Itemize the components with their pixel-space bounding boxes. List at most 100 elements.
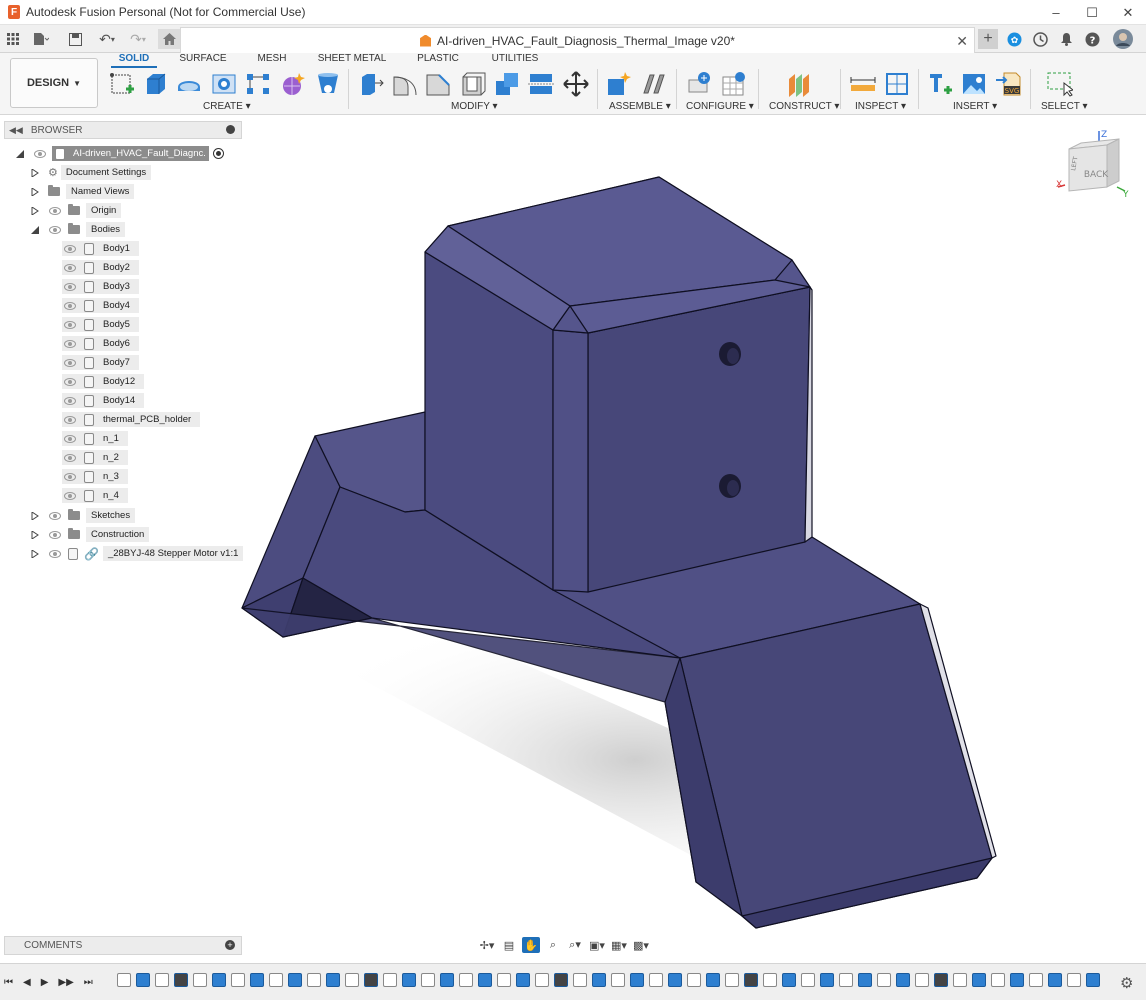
browser-item-body4[interactable]: Body4 [62,298,139,313]
add-comment-icon[interactable]: + [225,940,235,950]
browser-item-body14[interactable]: Body14 [62,393,145,408]
combine-icon[interactable] [494,71,520,97]
insert-group-label[interactable]: INSERT ▾ [953,101,997,112]
browser-item-body5[interactable]: Body5 [62,317,139,332]
expand-triangle-icon[interactable] [31,187,39,196]
insert-canvas-icon[interactable] [961,71,987,97]
save-icon[interactable] [66,29,84,49]
timeline-extrude-feature-icon[interactable] [858,973,872,987]
insert-svg-icon[interactable]: SVG [996,71,1022,97]
new-component-icon[interactable] [606,71,632,97]
timeline-sketch-feature-icon[interactable] [953,973,967,987]
browser-item-n1[interactable]: n_1 [62,431,128,446]
home-icon[interactable] [158,29,180,49]
visibility-eye-icon[interactable] [64,244,76,253]
help-icon[interactable]: ? [1083,29,1101,49]
configure-group-label[interactable]: CONFIGURE ▾ [686,101,754,112]
hole-icon[interactable] [211,71,237,97]
undo-icon[interactable]: ↶ ▾ [94,29,120,49]
expand-triangle-icon[interactable] [31,530,39,539]
timeline-extrude-feature-icon[interactable] [478,973,492,987]
step-back-icon[interactable]: ◀ [23,977,31,988]
browser-item-origin[interactable]: Origin [31,203,122,218]
configure-icon[interactable] [687,71,713,97]
expanded-triangle-icon[interactable] [31,225,39,234]
avatar[interactable] [1112,29,1134,49]
timeline-extrude-feature-icon[interactable] [212,973,226,987]
browser-item-body6[interactable]: Body6 [62,336,139,351]
timeline-sketch-feature-icon[interactable] [307,973,321,987]
create-sketch-icon[interactable] [110,71,136,97]
fit-icon[interactable]: ⌕▾ [566,937,584,953]
modify-group-label[interactable]: MODIFY ▾ [451,101,498,112]
browser-item-body3[interactable]: Body3 [62,279,139,294]
browser-item-n3[interactable]: n_3 [62,469,128,484]
timeline-sketch-feature-icon[interactable] [535,973,549,987]
tab-solid[interactable]: SOLID [111,53,157,68]
timeline-sketch-feature-icon[interactable] [649,973,663,987]
timeline-sketch-feature-icon[interactable] [611,973,625,987]
tab-sheet-metal[interactable]: SHEET METAL [316,53,388,68]
visibility-eye-icon[interactable] [64,263,76,272]
configuration-table-icon[interactable] [721,71,747,97]
document-tab[interactable]: AI-driven_HVAC_Fault_Diagnosis_Thermal_I… [180,27,975,53]
play-icon[interactable]: ▶ [41,977,49,988]
visibility-eye-icon[interactable] [64,358,76,367]
notifications-icon[interactable] [1057,29,1075,49]
timeline-extrude-feature-icon[interactable] [782,973,796,987]
timeline-sketch-feature-icon[interactable] [915,973,929,987]
timeline-sketch-feature-icon[interactable] [991,973,1005,987]
visibility-eye-icon[interactable] [64,396,76,405]
maximize-icon[interactable]: ☐ [1074,0,1110,25]
visibility-eye-icon[interactable] [64,339,76,348]
extrude-icon[interactable] [142,71,168,97]
timeline-sketch-feature-icon[interactable] [725,973,739,987]
visibility-eye-icon[interactable] [64,377,76,386]
activate-radio-icon[interactable] [213,148,224,159]
orbit-icon[interactable]: ✢▾ [478,937,496,953]
extensions-icon[interactable]: ✿ [1005,29,1023,49]
timeline-extrude-feature-icon[interactable] [896,973,910,987]
timeline-extrude-feature-icon[interactable] [136,973,150,987]
timeline-move-feature-icon[interactable] [934,973,948,987]
timeline-extrude-feature-icon[interactable] [1086,973,1100,987]
browser-header[interactable]: ◀◀ BROWSER [4,121,242,139]
visibility-eye-icon[interactable] [64,472,76,481]
visibility-eye-icon[interactable] [34,149,46,158]
timeline-move-feature-icon[interactable] [744,973,758,987]
grid-settings-icon[interactable]: ▦▾ [610,937,628,953]
timeline-move-feature-icon[interactable] [174,973,188,987]
go-to-end-icon[interactable]: ⏭ [84,977,93,988]
timeline-sketch-feature-icon[interactable] [1067,973,1081,987]
step-forward-icon[interactable]: ▶▶ [58,977,73,988]
insert-derive-icon[interactable] [928,71,954,97]
timeline-extrude-feature-icon[interactable] [440,973,454,987]
workspace-switcher-button[interactable]: DESIGN ▼ [10,58,98,108]
new-tab-icon[interactable]: + [978,29,998,49]
visibility-eye-icon[interactable] [64,453,76,462]
offset-plane-icon[interactable] [786,71,812,97]
shell-icon[interactable] [460,71,486,97]
timeline-sketch-feature-icon[interactable] [117,973,131,987]
timeline-extrude-feature-icon[interactable] [250,973,264,987]
browser-item-bodies[interactable]: Bodies [31,222,126,237]
timeline-extrude-feature-icon[interactable] [1010,973,1024,987]
section-analysis-icon[interactable] [884,71,910,97]
browser-item-stepper-motor[interactable]: 🔗 _28BYJ-48 Stepper Motor v1:1 [31,546,244,561]
tab-plastic[interactable]: PLASTIC [412,53,464,68]
tab-surface[interactable]: SURFACE [175,53,231,68]
fillet-icon[interactable] [392,71,418,97]
visibility-eye-icon[interactable] [49,549,61,558]
chamfer-icon[interactable] [425,71,451,97]
timeline-extrude-feature-icon[interactable] [630,973,644,987]
viewports-icon[interactable]: ▩▾ [632,937,650,953]
timeline-sketch-feature-icon[interactable] [155,973,169,987]
comments-panel[interactable]: COMMENTS + [4,936,242,955]
visibility-eye-icon[interactable] [64,301,76,310]
timeline-extrude-feature-icon[interactable] [592,973,606,987]
file-menu-icon[interactable] [30,29,52,49]
browser-item-body12[interactable]: Body12 [62,374,145,389]
expanded-triangle-icon[interactable] [16,149,24,158]
timeline-sketch-feature-icon[interactable] [345,973,359,987]
timeline-sketch-feature-icon[interactable] [801,973,815,987]
